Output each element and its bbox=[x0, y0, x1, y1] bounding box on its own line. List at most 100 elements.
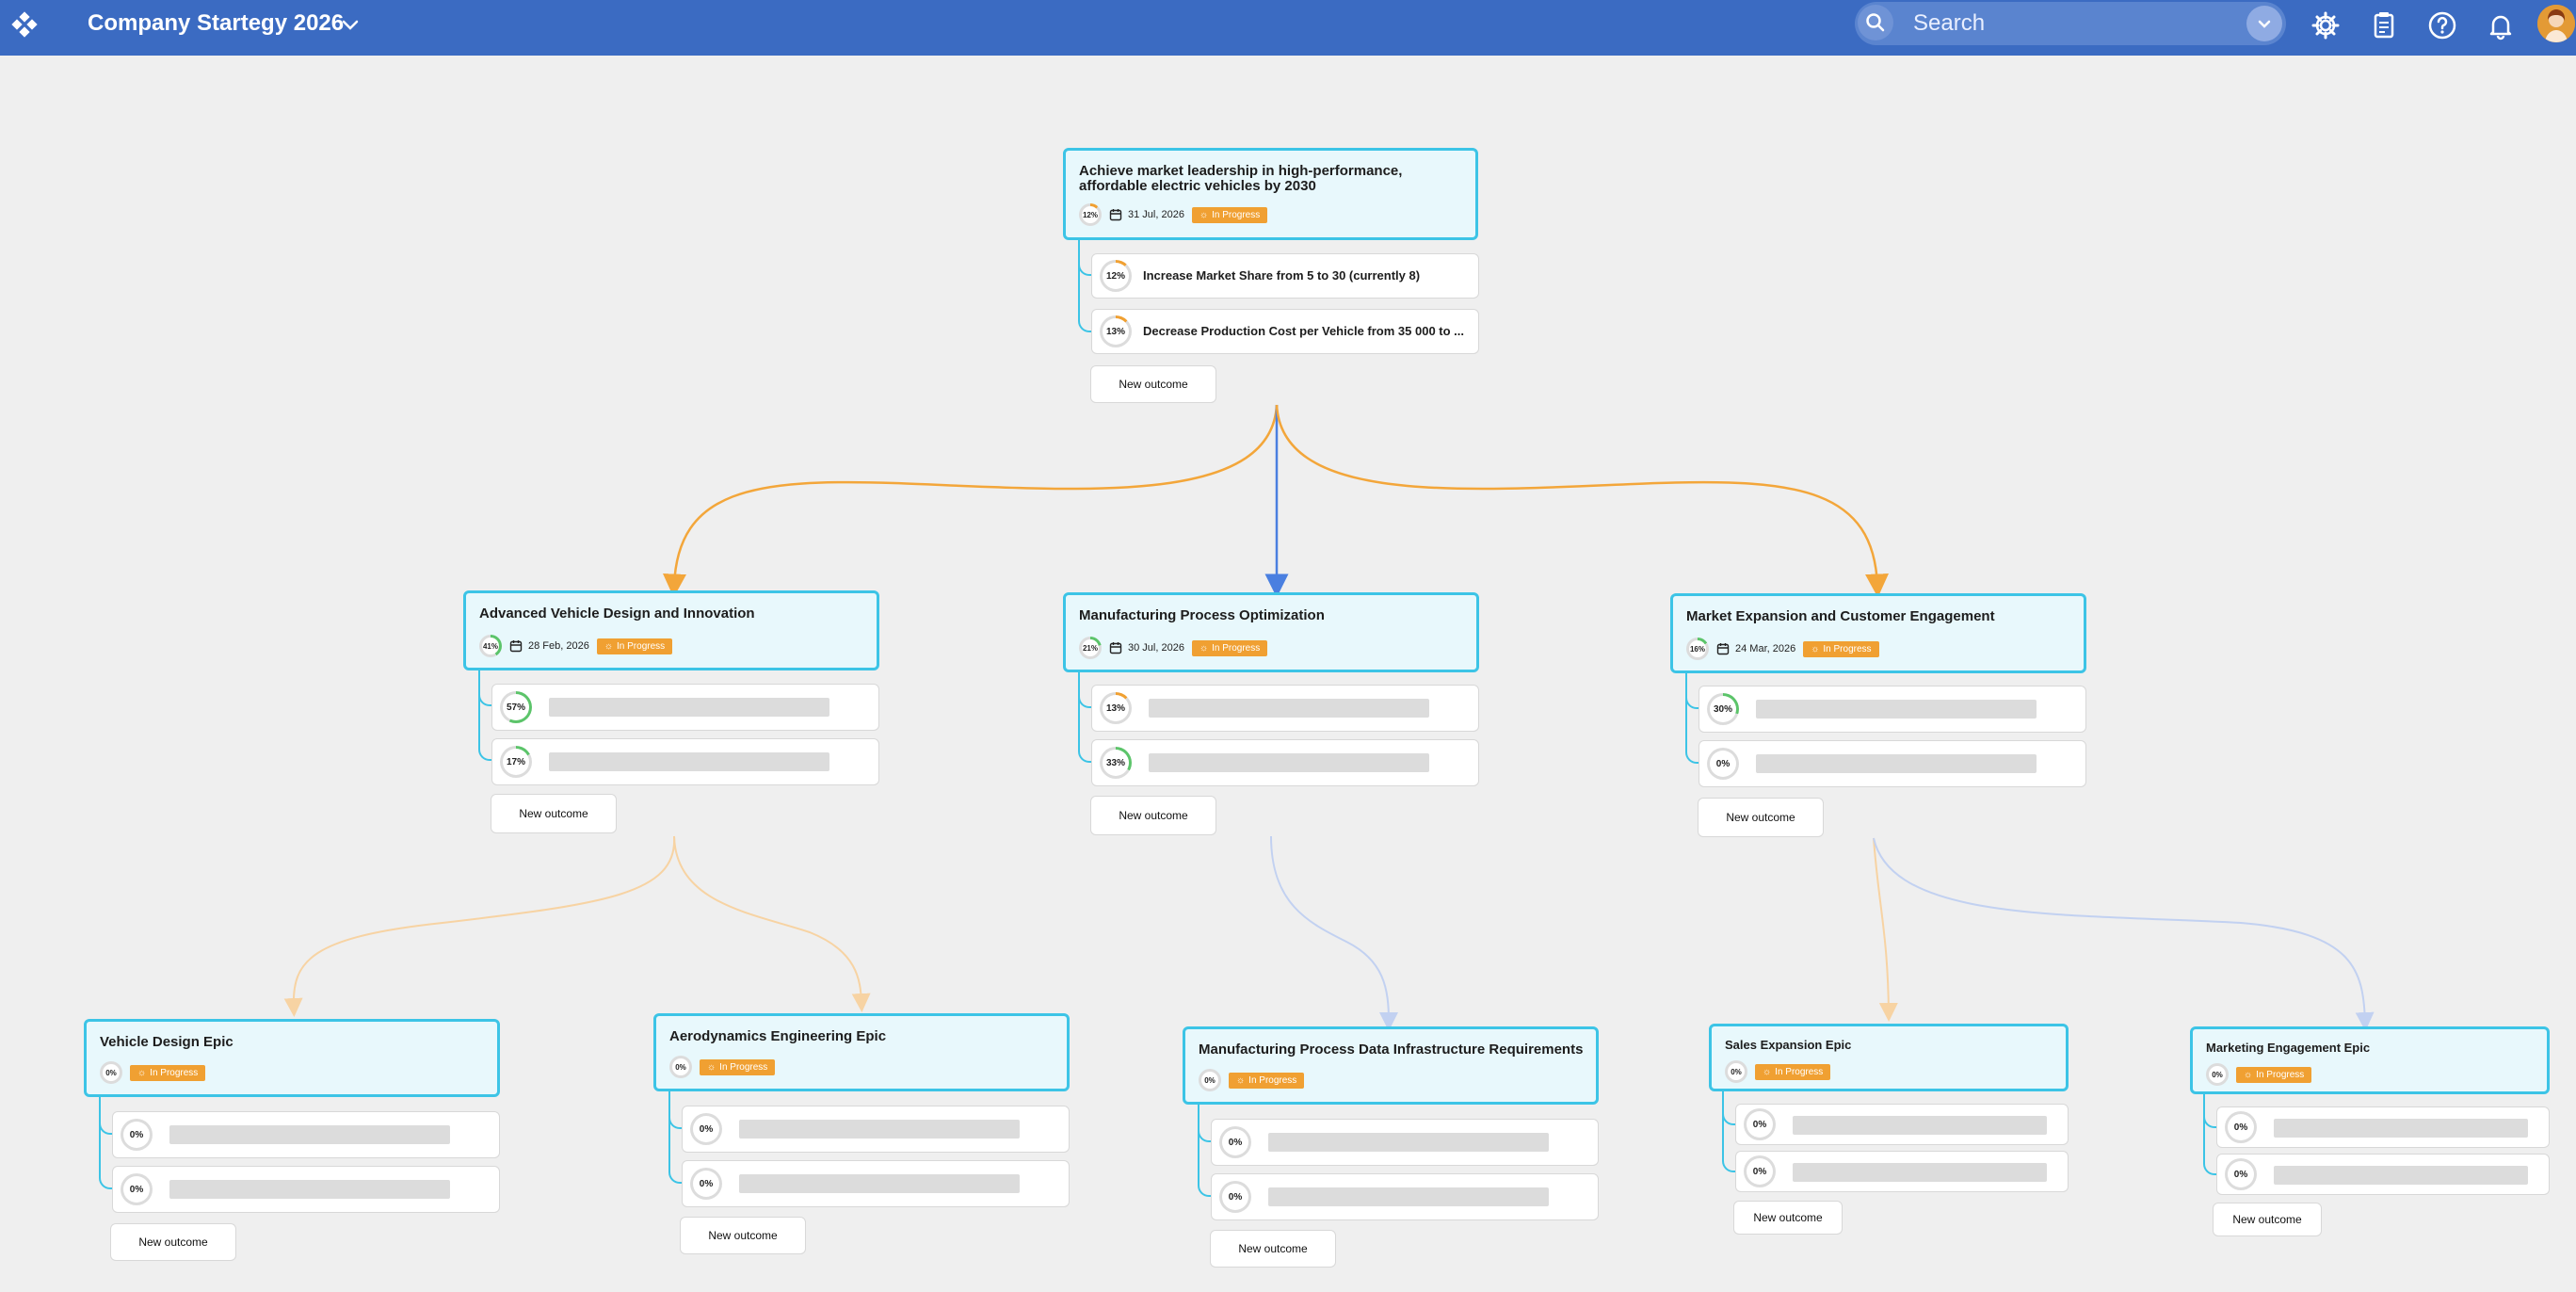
sun-icon: ☼ bbox=[1236, 1074, 1246, 1086]
outcome-row[interactable]: 0% bbox=[1699, 740, 2086, 787]
new-outcome-button[interactable]: New outcome bbox=[1210, 1230, 1336, 1268]
calendar-icon bbox=[509, 640, 523, 653]
new-outcome-button[interactable]: New outcome bbox=[110, 1223, 236, 1261]
progress-ring: 0% bbox=[1744, 1108, 1776, 1140]
objective-card-manufacturing[interactable]: Manufacturing Process Optimization 21% 3… bbox=[1063, 592, 1479, 672]
due-date: 31 Jul, 2026 bbox=[1109, 208, 1184, 221]
sun-icon: ☼ bbox=[1199, 209, 1209, 220]
outcome-row[interactable]: 30% bbox=[1699, 686, 2086, 733]
progress-ring: 57% bbox=[500, 691, 532, 723]
outcome-row[interactable]: 13% bbox=[1091, 685, 1479, 732]
outcome-row[interactable]: 13% Decrease Production Cost per Vehicle… bbox=[1091, 309, 1479, 354]
objective-title: Achieve market leadership in high-perfor… bbox=[1079, 163, 1403, 194]
objective-title: Manufacturing Process Optimization bbox=[1079, 607, 1325, 623]
epic-title: Manufacturing Process Data Infrastructur… bbox=[1199, 1042, 1584, 1058]
sun-icon: ☼ bbox=[604, 640, 614, 652]
status-badge[interactable]: ☼ In Progress bbox=[1191, 639, 1268, 656]
new-outcome-button[interactable]: New outcome bbox=[1090, 796, 1216, 835]
new-outcome-button[interactable]: New outcome bbox=[1733, 1201, 1843, 1235]
progress-ring: 16% bbox=[1686, 638, 1709, 660]
progress-ring: 0% bbox=[690, 1168, 722, 1200]
outcome-label: Decrease Production Cost per Vehicle fro… bbox=[1143, 324, 1465, 338]
calendar-icon bbox=[1109, 642, 1122, 654]
sun-icon: ☼ bbox=[1811, 643, 1820, 654]
status-badge[interactable]: ☼ In Progress bbox=[1229, 1072, 1305, 1089]
epic-card-aerodynamics[interactable]: Aerodynamics Engineering Epic 0% ☼ In Pro… bbox=[653, 1013, 1070, 1091]
new-outcome-button[interactable]: New outcome bbox=[491, 794, 617, 833]
outcome-row[interactable]: 0% bbox=[2216, 1106, 2550, 1148]
outcome-label-placeholder bbox=[739, 1174, 1020, 1193]
progress-ring: 0% bbox=[1744, 1155, 1776, 1187]
status-badge[interactable]: ☼ In Progress bbox=[130, 1064, 206, 1081]
objective-title: Market Expansion and Customer Engagement bbox=[1686, 608, 1995, 624]
objective-card-market[interactable]: Market Expansion and Customer Engagement… bbox=[1670, 593, 2086, 673]
new-outcome-button[interactable]: New outcome bbox=[2213, 1203, 2322, 1236]
outcome-row[interactable]: 0% bbox=[1735, 1151, 2069, 1192]
outcome-label-placeholder bbox=[169, 1125, 450, 1144]
calendar-icon bbox=[1109, 209, 1122, 221]
sun-icon: ☼ bbox=[137, 1067, 147, 1078]
progress-ring: 0% bbox=[1219, 1181, 1251, 1213]
epic-title: Marketing Engagement Epic bbox=[2206, 1041, 2371, 1055]
outcome-label-placeholder bbox=[1268, 1187, 1549, 1206]
progress-ring: 0% bbox=[121, 1173, 153, 1205]
outcome-row[interactable]: 0% bbox=[1735, 1104, 2069, 1145]
status-badge[interactable]: ☼ In Progress bbox=[700, 1058, 776, 1075]
progress-ring: 30% bbox=[1707, 693, 1739, 725]
objective-title: Advanced Vehicle Design and Innovation bbox=[479, 606, 755, 622]
outcome-label-placeholder bbox=[1268, 1133, 1549, 1152]
outcome-label-placeholder bbox=[549, 698, 829, 717]
outcome-row[interactable]: 0% bbox=[682, 1106, 1070, 1153]
progress-ring: 0% bbox=[100, 1061, 122, 1084]
progress-ring: 0% bbox=[1725, 1060, 1747, 1083]
outcome-row[interactable]: 0% bbox=[1211, 1173, 1599, 1220]
outcome-row[interactable]: 0% bbox=[112, 1111, 500, 1158]
status-badge[interactable]: ☼ In Progress bbox=[596, 638, 673, 654]
outcome-row[interactable]: 0% bbox=[2216, 1154, 2550, 1195]
progress-ring: 0% bbox=[2225, 1158, 2257, 1190]
epic-card-sales-expansion[interactable]: Sales Expansion Epic 0% ☼ In Progress bbox=[1709, 1024, 2069, 1091]
outcome-row[interactable]: 0% bbox=[1211, 1119, 1599, 1166]
outcome-label-placeholder bbox=[1793, 1116, 2047, 1135]
sun-icon: ☼ bbox=[1763, 1066, 1772, 1077]
outcome-label-placeholder bbox=[549, 752, 829, 771]
outcome-row[interactable]: 0% bbox=[682, 1160, 1070, 1207]
progress-ring: 41% bbox=[479, 635, 502, 657]
epic-title: Sales Expansion Epic bbox=[1725, 1038, 1852, 1052]
outcome-label: Increase Market Share from 5 to 30 (curr… bbox=[1143, 268, 1421, 283]
outcome-label-placeholder bbox=[1756, 700, 2037, 719]
sun-icon: ☼ bbox=[1199, 642, 1209, 654]
epic-title: Aerodynamics Engineering Epic bbox=[669, 1028, 887, 1044]
progress-ring: 0% bbox=[669, 1056, 692, 1078]
epic-card-data-infrastructure[interactable]: Manufacturing Process Data Infrastructur… bbox=[1183, 1026, 1599, 1105]
new-outcome-button[interactable]: New outcome bbox=[680, 1217, 806, 1254]
objective-card-design[interactable]: Advanced Vehicle Design and Innovation 4… bbox=[463, 590, 879, 670]
outcome-label-placeholder bbox=[1149, 753, 1429, 772]
new-outcome-button[interactable]: New outcome bbox=[1698, 798, 1824, 837]
outcome-label-placeholder bbox=[2274, 1119, 2528, 1138]
status-badge[interactable]: ☼ In Progress bbox=[1191, 206, 1268, 223]
outcome-label-placeholder bbox=[739, 1120, 1020, 1139]
outcome-row[interactable]: 33% bbox=[1091, 739, 1479, 786]
outcome-row[interactable]: 57% bbox=[491, 684, 879, 731]
link-design-to-vehicle-epic bbox=[283, 835, 676, 1017]
status-badge[interactable]: ☼ In Progress bbox=[2236, 1066, 2312, 1083]
outcome-row[interactable]: 0% bbox=[112, 1166, 500, 1213]
outcome-label-placeholder bbox=[1793, 1163, 2047, 1182]
status-badge[interactable]: ☼ In Progress bbox=[1755, 1063, 1831, 1080]
outcome-row[interactable]: 12% Increase Market Share from 5 to 30 (… bbox=[1091, 253, 1479, 299]
progress-ring: 0% bbox=[2206, 1063, 2229, 1086]
objective-card-root[interactable]: Achieve market leadership in high-perfor… bbox=[1063, 148, 1478, 240]
outcome-label-placeholder bbox=[1756, 754, 2037, 773]
epic-card-marketing-engagement[interactable]: Marketing Engagement Epic 0% ☼ In Progres… bbox=[2190, 1026, 2550, 1094]
progress-ring: 12% bbox=[1100, 260, 1132, 292]
epic-card-vehicle-design[interactable]: Vehicle Design Epic 0% ☼ In Progress bbox=[84, 1019, 500, 1097]
epic-title: Vehicle Design Epic bbox=[100, 1034, 233, 1050]
link-design-to-aero-epic bbox=[673, 835, 871, 1012]
outcome-row[interactable]: 17% bbox=[491, 738, 879, 785]
progress-ring: 0% bbox=[1219, 1126, 1251, 1158]
new-outcome-button[interactable]: New outcome bbox=[1090, 365, 1216, 403]
status-badge[interactable]: ☼ In Progress bbox=[1803, 640, 1879, 657]
progress-ring: 21% bbox=[1079, 637, 1102, 659]
due-date: 30 Jul, 2026 bbox=[1109, 641, 1184, 654]
